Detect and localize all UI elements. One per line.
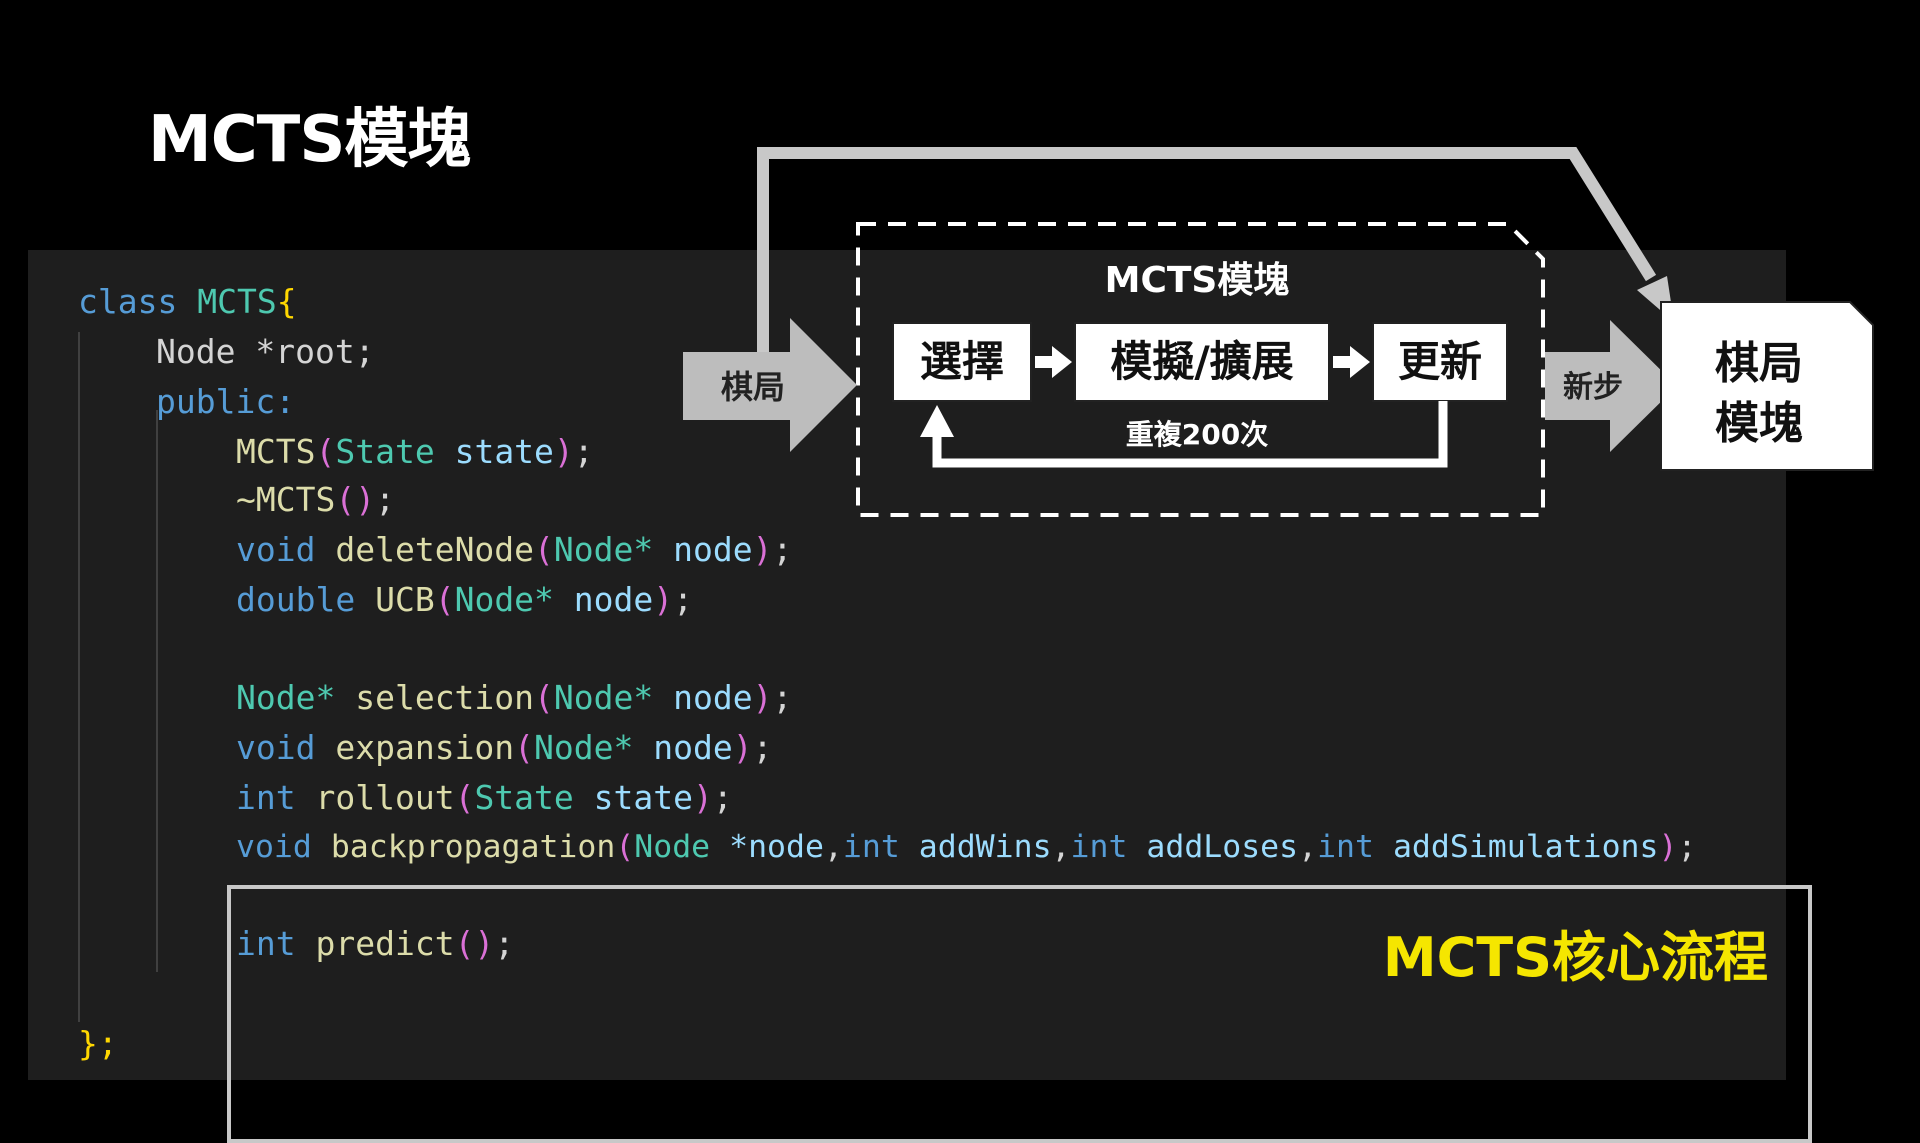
module-title: MCTS模塊: [1105, 260, 1290, 301]
step-select-label: 選擇: [920, 337, 1004, 386]
repeat-label: 重複200次: [1126, 418, 1268, 451]
output-arrow-label: 新步: [1563, 370, 1623, 405]
output-module-line2: 模塊: [1715, 398, 1803, 449]
step-simulate-label: 模擬/擴展: [1110, 337, 1293, 386]
repeat-loop-arrowhead: [920, 405, 954, 437]
flow-arrow: [1333, 346, 1370, 378]
flow-arrow: [1035, 346, 1072, 378]
mcts-flow-diagram: MCTS模塊 棋局 選擇 模擬/擴展 更新 重複200次 新步 棋局 模塊: [683, 147, 1874, 517]
input-label: 棋局: [721, 368, 785, 406]
step-update-label: 更新: [1398, 337, 1482, 386]
output-module-line1: 棋局: [1715, 338, 1803, 389]
